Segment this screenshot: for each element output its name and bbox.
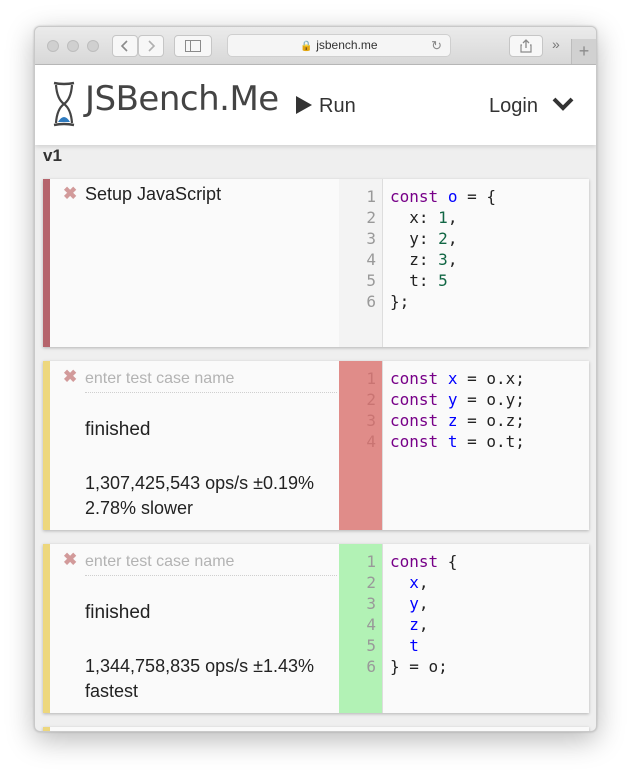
sidebar-button[interactable] — [174, 35, 212, 57]
hourglass-logo-icon[interactable] — [51, 81, 77, 127]
line-number-gutter: 1 2 3 4 — [339, 361, 383, 530]
test-case-accent-bar — [43, 361, 50, 530]
test-case-panel: ✖ finished 1,307,425,543 ops/s ±0.19% 2.… — [43, 361, 589, 530]
setup-title: Setup JavaScript — [85, 184, 222, 204]
code-line: } = o; — [390, 657, 448, 676]
code-line: const x = o.x; — [390, 369, 525, 388]
reload-icon[interactable]: ↻ — [431, 35, 442, 56]
line-number: 3 — [366, 229, 376, 248]
next-panel-edge — [43, 727, 589, 731]
setup-accent-bar — [43, 179, 50, 347]
share-button[interactable] — [509, 35, 543, 57]
line-number: 3 — [366, 411, 376, 430]
line-number-gutter: 1 2 3 4 5 6 — [339, 544, 383, 713]
code-line: const y = o.y; — [390, 390, 525, 409]
code-line: z: 3, — [390, 250, 458, 269]
line-number: 2 — [366, 390, 376, 409]
speed-comparison: fastest — [85, 681, 139, 701]
login-label: Login — [489, 95, 538, 117]
code-line: }; — [390, 292, 410, 311]
code-line: t — [409, 636, 419, 655]
line-number: 1 — [366, 552, 376, 571]
remove-setup-icon[interactable]: ✖ — [63, 184, 77, 204]
code-line: const z = o.z; — [390, 411, 525, 430]
run-label: Run — [319, 95, 356, 117]
app-header: JSBench.Me Run Login — [35, 65, 596, 145]
more-chevrons-icon[interactable]: » — [552, 36, 560, 52]
line-number: 4 — [366, 432, 376, 451]
code-editor[interactable]: const o = { x: 1, y: 2, z: 3, t: 5}; — [390, 186, 496, 312]
line-number: 4 — [366, 615, 376, 634]
browser-window: 🔒 jsbench.me ↻ » + JSBench.Me Run Login … — [34, 26, 597, 732]
zoom-window-button[interactable] — [87, 40, 99, 52]
line-number: 6 — [366, 292, 376, 311]
code-line: z, — [409, 615, 429, 634]
logo-text[interactable]: JSBench.Me — [85, 79, 279, 119]
url-text: jsbench.me — [316, 38, 378, 52]
test-case-name-input[interactable] — [85, 549, 337, 576]
setup-panel: ✖ Setup JavaScript 1 2 3 4 5 6 const o = { x:… — [43, 179, 589, 347]
back-button[interactable] — [112, 35, 138, 57]
login-menu[interactable]: Login — [489, 95, 574, 118]
speed-comparison: 2.78% slower — [85, 498, 194, 518]
forward-button[interactable] — [138, 35, 164, 57]
browser-toolbar: 🔒 jsbench.me ↻ » + — [35, 27, 596, 65]
chevron-right-icon — [148, 40, 156, 52]
sidebar-icon — [185, 40, 201, 52]
test-case-accent-bar — [43, 544, 50, 713]
chevron-left-icon — [120, 40, 128, 52]
ops-per-second: 1,344,758,835 ops/s ±1.43% — [85, 656, 315, 676]
code-editor[interactable]: const { x, y, z, t } = o; — [390, 551, 457, 677]
lock-icon: 🔒 — [300, 41, 313, 52]
line-number: 3 — [366, 594, 376, 613]
line-number: 5 — [366, 271, 376, 290]
line-number-gutter: 1 2 3 4 5 6 — [339, 179, 383, 347]
line-number: 2 — [366, 573, 376, 592]
minimize-window-button[interactable] — [67, 40, 79, 52]
code-line: x: 1, — [390, 208, 458, 227]
line-number: 1 — [366, 187, 376, 206]
chevron-down-icon — [552, 97, 573, 111]
line-number: 2 — [366, 208, 376, 227]
play-icon — [296, 96, 312, 114]
code-line: const o = { — [390, 187, 496, 206]
line-number: 5 — [366, 636, 376, 655]
line-number: 4 — [366, 250, 376, 269]
code-line: t: 5 — [390, 271, 448, 290]
test-case-name-input[interactable] — [85, 366, 337, 393]
line-number: 1 — [366, 369, 376, 388]
line-number: 6 — [366, 657, 376, 676]
new-tab-button[interactable]: + — [571, 39, 596, 64]
code-line: y, — [409, 594, 429, 613]
code-line: y: 2, — [390, 229, 458, 248]
code-line: x, — [409, 573, 429, 592]
code-line: const t = o.t; — [390, 432, 525, 451]
ops-per-second: 1,307,425,543 ops/s ±0.19% — [85, 473, 315, 493]
remove-test-case-icon[interactable]: ✖ — [63, 550, 77, 570]
version-label: v1 — [43, 146, 62, 165]
test-case-panel: ✖ finished 1,344,758,835 ops/s ±1.43% fa… — [43, 544, 589, 713]
code-editor[interactable]: const x = o.x; const y = o.y; const z = o.… — [390, 368, 525, 452]
share-icon — [520, 39, 532, 53]
address-bar[interactable]: 🔒 jsbench.me ↻ — [227, 34, 451, 57]
remove-test-case-icon[interactable]: ✖ — [63, 367, 77, 387]
code-line: const { — [390, 552, 458, 571]
test-case-status: finished — [85, 602, 151, 623]
run-button[interactable]: Run — [295, 95, 356, 118]
test-case-status: finished — [85, 419, 151, 440]
close-window-button[interactable] — [47, 40, 59, 52]
